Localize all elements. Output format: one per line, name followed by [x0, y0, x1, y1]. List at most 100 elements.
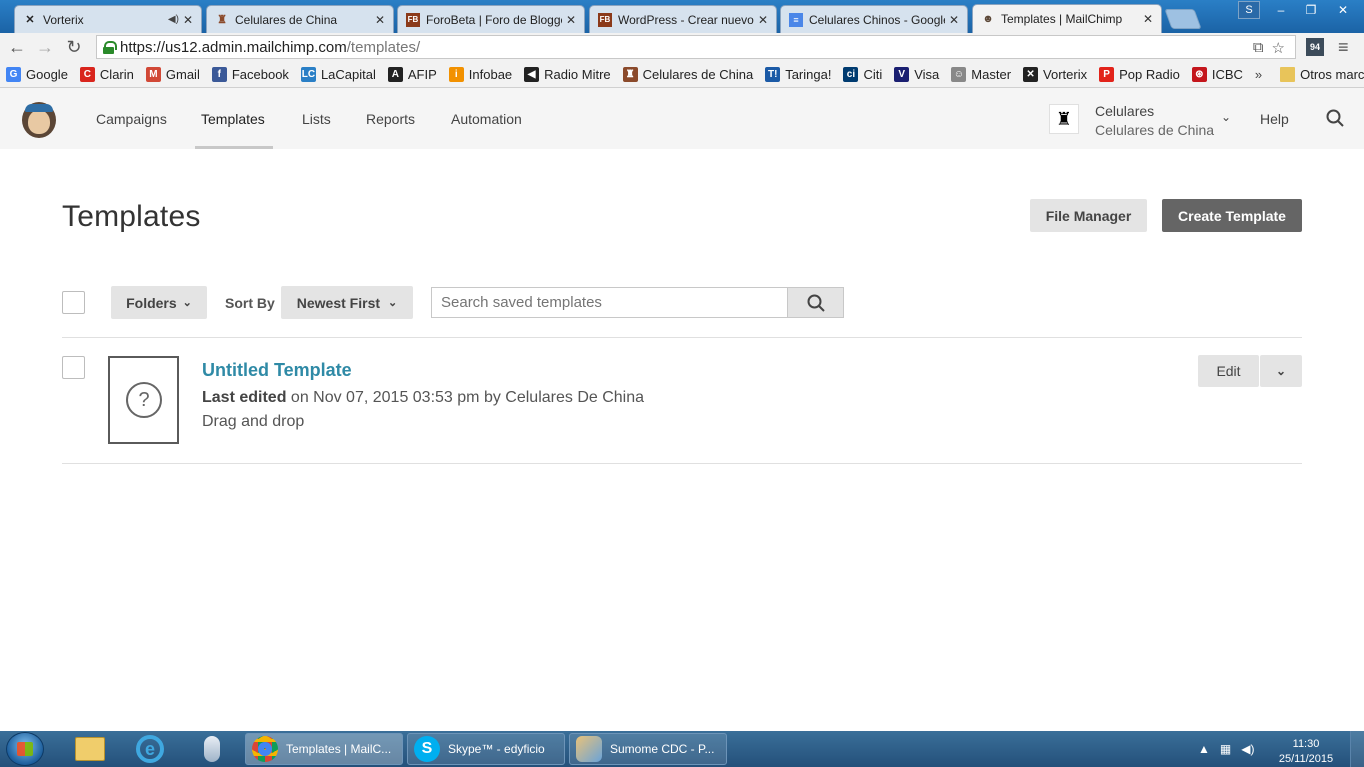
internet-explorer-icon[interactable]: e	[130, 734, 170, 764]
account-avatar[interactable]: ♜	[1049, 104, 1079, 134]
bookmark-taringa[interactable]: T! Taringa!	[765, 66, 831, 82]
bookmark-label: Facebook	[231, 66, 289, 82]
close-window-button[interactable]: ✕	[1326, 0, 1360, 20]
bookmark-label: Clarin	[99, 66, 134, 82]
show-hidden-icons-icon[interactable]: ▲	[1198, 742, 1210, 756]
back-arrow-icon[interactable]: ←	[6, 36, 28, 58]
user-profile-button[interactable]: S	[1238, 1, 1260, 19]
lock-icon	[103, 40, 117, 54]
window-controls: S – ❐ ✕	[1238, 0, 1360, 20]
template-actions-dropdown[interactable]: ⌄	[1260, 355, 1302, 387]
bookmark-facebook[interactable]: f Facebook	[211, 66, 289, 82]
create-template-button[interactable]: Create Template	[1162, 199, 1302, 232]
nav-templates[interactable]: Templates	[201, 88, 265, 149]
bookmark-gmail[interactable]: M Gmail	[145, 66, 200, 82]
close-tab-icon[interactable]: ✕	[1143, 12, 1153, 26]
bookmark-label: Radio Mitre	[544, 66, 611, 82]
task-label: Templates | MailC...	[286, 742, 392, 756]
bookmark-vorterix[interactable]: ✕ Vorterix	[1023, 66, 1088, 82]
search-icon[interactable]	[1326, 109, 1344, 127]
taringa-icon: T!	[765, 66, 781, 82]
bookmark-master[interactable]: ☺ Master	[951, 66, 1012, 82]
page-title: Templates	[62, 200, 201, 233]
search-templates-button[interactable]	[787, 287, 844, 318]
tab-templates-mailchimp[interactable]: ☻ Templates | MailChimp ✕	[972, 4, 1162, 33]
last-edited-value: on Nov 07, 2015 03:53 pm by Celulares De…	[286, 389, 645, 406]
minimize-button[interactable]: –	[1266, 0, 1296, 20]
close-tab-icon[interactable]: ✕	[183, 13, 193, 27]
account-org[interactable]: Celulares de China	[1095, 122, 1214, 138]
reload-icon[interactable]: ↻	[63, 36, 85, 58]
account-name[interactable]: Celulares	[1095, 103, 1154, 119]
search-templates-input[interactable]	[431, 287, 788, 318]
volume-icon[interactable]: ◀)	[1241, 742, 1254, 756]
edit-template-button[interactable]: Edit	[1198, 355, 1259, 387]
bookmark-label: Pop Radio	[1119, 66, 1180, 82]
bookmark-afip[interactable]: A AFIP	[387, 66, 437, 82]
nav-reports[interactable]: Reports	[366, 88, 415, 149]
bookmark-clarin[interactable]: C Clarin	[79, 66, 134, 82]
tab-forobeta[interactable]: FB ForoBeta | Foro de Blogge ✕	[397, 5, 585, 33]
tab-title: ForoBeta | Foro de Blogge	[426, 12, 562, 27]
nav-lists[interactable]: Lists	[302, 88, 331, 149]
close-tab-icon[interactable]: ✕	[566, 13, 576, 27]
translate-icon[interactable]: ⧉	[1253, 39, 1264, 57]
network-icon[interactable]: ▦	[1220, 742, 1231, 756]
select-all-checkbox[interactable]	[62, 291, 85, 314]
browser-toolbar: ← → ↻ https://us12.admin.mailchimp.com /…	[0, 33, 1364, 61]
mailchimp-logo-icon[interactable]	[22, 102, 56, 138]
system-tray: ▲ ▦ ◀)	[1198, 731, 1254, 767]
bookmark-visa[interactable]: V Visa	[894, 66, 939, 82]
bookmark-label: Master	[971, 66, 1012, 82]
bookmark-google[interactable]: G Google	[6, 66, 68, 82]
taskbar-paint-task[interactable]: Sumome CDC - P...	[569, 733, 727, 765]
bookmark-infobae[interactable]: i Infobae	[448, 66, 512, 82]
close-tab-icon[interactable]: ✕	[375, 13, 385, 27]
help-link[interactable]: Help	[1260, 111, 1289, 127]
bookmark-icbc[interactable]: ⊛ ICBC	[1191, 66, 1243, 82]
tab-wordpress[interactable]: FB WordPress - Crear nuevo ✕	[589, 5, 777, 33]
folders-dropdown[interactable]: Folders ⌄	[111, 286, 207, 319]
maximize-button[interactable]: ❐	[1296, 0, 1326, 20]
other-bookmarks-folder[interactable]: Otros marcadores	[1280, 66, 1364, 82]
nav-campaigns[interactable]: Campaigns	[96, 88, 167, 149]
sort-dropdown[interactable]: Newest First ⌄	[281, 286, 413, 319]
bookmarks-bar: G Google C Clarin M Gmail f Facebook LC LaCapital…	[0, 61, 1364, 88]
paint-icon	[576, 736, 602, 762]
bookmark-radio-mitre[interactable]: ◀ Radio Mitre	[524, 66, 611, 82]
taskbar-skype-task[interactable]: S Skype™ - edyficio	[407, 733, 565, 765]
bookmark-pop-radio[interactable]: P Pop Radio	[1099, 66, 1180, 82]
forward-arrow-icon[interactable]: →	[34, 36, 56, 58]
mouse-app-icon[interactable]	[192, 734, 232, 764]
close-tab-icon[interactable]: ✕	[758, 13, 768, 27]
bookmark-celulares-de-china[interactable]: ♜ Celulares de China	[622, 66, 753, 82]
file-manager-button[interactable]: File Manager	[1030, 199, 1147, 232]
file-explorer-icon[interactable]	[70, 734, 110, 764]
bookmark-citi[interactable]: ci Citi	[843, 66, 882, 82]
tab-google-docs[interactable]: ≡ Celulares Chinos - Google ✕	[780, 5, 968, 33]
tab-vorterix[interactable]: ✕ Vorterix ◀) ✕	[14, 5, 202, 33]
speaker-icon[interactable]: ◀)	[168, 14, 179, 25]
forobeta-icon: FB	[598, 12, 612, 27]
new-tab-button[interactable]	[1164, 9, 1202, 29]
bookmark-lacapital[interactable]: LC LaCapital	[300, 66, 376, 82]
template-checkbox[interactable]	[62, 356, 85, 379]
nav-automation[interactable]: Automation	[451, 88, 522, 149]
bookmark-star-icon[interactable]: ☆	[1272, 39, 1285, 57]
system-clock[interactable]: 11:30 25/11/2015	[1270, 737, 1342, 767]
bookmark-label: Google	[26, 66, 68, 82]
extension-badge[interactable]: 94	[1306, 38, 1324, 56]
bookmark-label: Vorterix	[1043, 66, 1088, 82]
close-tab-icon[interactable]: ✕	[949, 13, 959, 27]
bookmarks-more-icon[interactable]: »	[1255, 67, 1262, 82]
folder-icon	[1280, 66, 1296, 82]
template-name-link[interactable]: Untitled Template	[202, 360, 352, 381]
chevron-down-icon[interactable]: ⌄	[1221, 110, 1231, 124]
menu-icon[interactable]: ≡	[1338, 37, 1349, 58]
tab-celulares-de-china[interactable]: ♜ Celulares de China ✕	[206, 5, 394, 33]
start-button[interactable]	[6, 732, 44, 766]
show-desktop-button[interactable]	[1350, 731, 1364, 767]
taskbar-chrome-task[interactable]: Templates | MailC...	[245, 733, 403, 765]
template-thumbnail[interactable]: ?	[108, 356, 179, 444]
address-bar[interactable]: https://us12.admin.mailchimp.com /templa…	[96, 35, 1296, 59]
